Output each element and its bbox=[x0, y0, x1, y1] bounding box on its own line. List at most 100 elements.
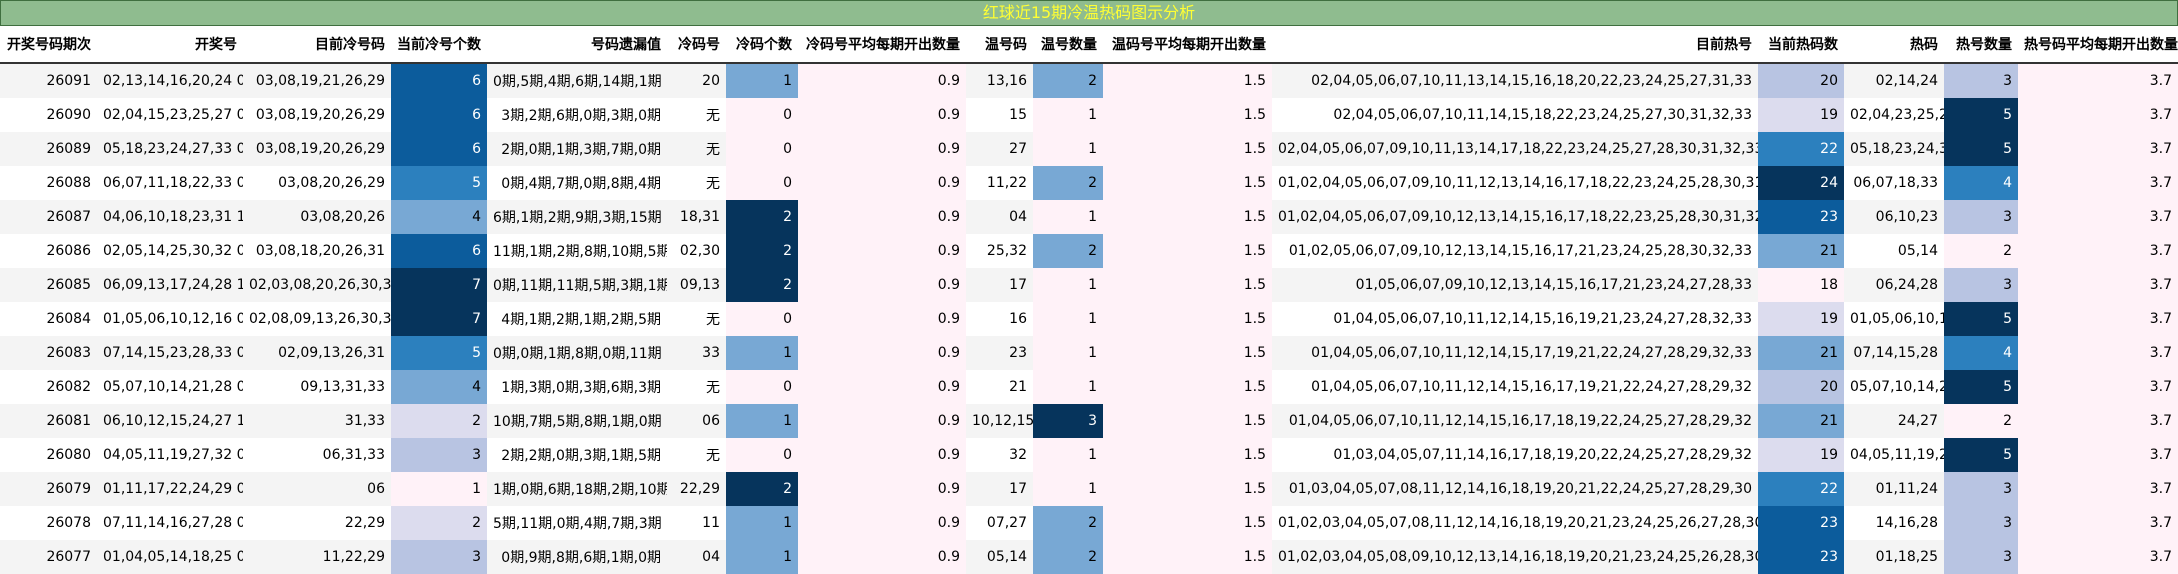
cold-now-count-cell: 7 bbox=[391, 302, 487, 336]
omission-cell: 0期,0期,1期,8期,0期,11期 bbox=[487, 336, 667, 370]
warm-cell: 32 bbox=[966, 438, 1033, 472]
hot-hit-cell: 02,14,24 bbox=[1844, 63, 1944, 98]
cold-now-cell: 03,08,19,20,26,29 bbox=[243, 132, 391, 166]
warm-count-cell: 2 bbox=[1033, 63, 1103, 98]
cold-now-cell: 02,03,08,20,26,30,31 bbox=[243, 268, 391, 302]
cold-avg-cell: 0.9 bbox=[798, 438, 966, 472]
hot-now-count-cell: 23 bbox=[1758, 506, 1844, 540]
cold-avg-cell: 0.9 bbox=[798, 506, 966, 540]
col-header-hot-avg[interactable]: 热号码平均每期开出数量 bbox=[2018, 26, 2178, 64]
warm-avg-cell: 1.5 bbox=[1103, 98, 1272, 132]
hot-now-cell: 01,02,04,05,06,07,09,10,11,12,13,14,16,1… bbox=[1272, 166, 1758, 200]
table-row[interactable]: 26086 02,05,14,25,30,32 05 03,08,18,20,26,… bbox=[0, 234, 2178, 268]
cold-now-count-cell: 6 bbox=[391, 63, 487, 98]
cold-hit-cell: 无 bbox=[667, 302, 726, 336]
cold-now-count-cell: 4 bbox=[391, 200, 487, 234]
warm-avg-cell: 1.5 bbox=[1103, 132, 1272, 166]
cold-avg-cell: 0.9 bbox=[798, 234, 966, 268]
col-header-cold-now[interactable]: 目前冷号码 bbox=[243, 26, 391, 64]
warm-avg-cell: 1.5 bbox=[1103, 166, 1272, 200]
warm-count-cell: 2 bbox=[1033, 540, 1103, 574]
issue-cell: 26084 bbox=[0, 302, 97, 336]
cold-now-cell: 03,08,19,20,26,29 bbox=[243, 98, 391, 132]
draw-cell: 01,05,06,10,12,16 05 bbox=[97, 302, 243, 336]
hot-hit-count-cell: 5 bbox=[1944, 132, 2018, 166]
table-row[interactable]: 26085 06,09,13,17,24,28 15 02,03,08,20,26,… bbox=[0, 268, 2178, 302]
col-header-warm-avg[interactable]: 温码号平均每期开出数量 bbox=[1103, 26, 1272, 64]
warm-avg-cell: 1.5 bbox=[1103, 336, 1272, 370]
table-row[interactable]: 26087 04,06,10,18,23,31 11 03,08,20,26 4 6期,… bbox=[0, 200, 2178, 234]
warm-avg-cell: 1.5 bbox=[1103, 302, 1272, 336]
col-header-hot-now-count[interactable]: 当前热码数 bbox=[1758, 26, 1844, 64]
hot-hit-cell: 01,11,24 bbox=[1844, 472, 1944, 506]
col-header-cold-now-count[interactable]: 当前冷号个数 bbox=[391, 26, 487, 64]
table-row[interactable]: 26089 05,18,23,24,27,33 03 03,08,19,20,26,… bbox=[0, 132, 2178, 166]
cold-hit-count-cell: 1 bbox=[726, 63, 798, 98]
col-header-draw[interactable]: 开奖号 bbox=[97, 26, 243, 64]
warm-count-cell: 2 bbox=[1033, 166, 1103, 200]
col-header-hot-hit[interactable]: 热码 bbox=[1844, 26, 1944, 64]
table-row[interactable]: 26090 02,04,15,23,25,27 03 03,08,19,20,26,… bbox=[0, 98, 2178, 132]
cold-now-cell: 02,08,09,13,26,30,31 bbox=[243, 302, 391, 336]
hot-avg-cell: 3.7 bbox=[2018, 234, 2178, 268]
table-row[interactable]: 26084 01,05,06,10,12,16 05 02,08,09,13,26,… bbox=[0, 302, 2178, 336]
omission-cell: 0期,5期,4期,6期,14期,1期 bbox=[487, 63, 667, 98]
table-row[interactable]: 26091 02,13,14,16,20,24 05 03,08,19,21,26,… bbox=[0, 63, 2178, 98]
warm-cell: 15 bbox=[966, 98, 1033, 132]
col-header-hot-hit-count[interactable]: 热号数量 bbox=[1944, 26, 2018, 64]
hot-now-cell: 01,04,05,06,07,10,11,12,14,15,17,19,21,2… bbox=[1272, 336, 1758, 370]
hot-hit-count-cell: 3 bbox=[1944, 540, 2018, 574]
col-header-omission[interactable]: 号码遗漏值 bbox=[487, 26, 667, 64]
table-row[interactable]: 26082 05,07,10,14,21,28 04 09,13,31,33 4 1期,… bbox=[0, 370, 2178, 404]
hot-avg-cell: 3.7 bbox=[2018, 540, 2178, 574]
cold-now-count-cell: 5 bbox=[391, 166, 487, 200]
warm-count-cell: 1 bbox=[1033, 132, 1103, 166]
cold-now-count-cell: 5 bbox=[391, 336, 487, 370]
cold-avg-cell: 0.9 bbox=[798, 404, 966, 438]
hot-now-cell: 01,02,03,04,05,07,08,11,12,14,16,18,19,2… bbox=[1272, 506, 1758, 540]
cold-hit-count-cell: 1 bbox=[726, 404, 798, 438]
col-header-warm-count[interactable]: 温号数量 bbox=[1033, 26, 1103, 64]
cold-hit-cell: 02,30 bbox=[667, 234, 726, 268]
warm-cell: 23 bbox=[966, 336, 1033, 370]
hot-now-cell: 02,04,05,06,07,10,11,14,15,18,22,23,24,2… bbox=[1272, 98, 1758, 132]
cold-hit-count-cell: 1 bbox=[726, 506, 798, 540]
col-header-hot-now[interactable]: 目前热号 bbox=[1272, 26, 1758, 64]
col-header-cold-hit-count[interactable]: 冷码个数 bbox=[726, 26, 798, 64]
hot-now-cell: 02,04,05,06,07,09,10,11,13,14,17,18,22,2… bbox=[1272, 132, 1758, 166]
warm-cell: 17 bbox=[966, 472, 1033, 506]
table-row[interactable]: 26079 01,11,17,22,24,29 04 06 1 1期,0期,6期,18期… bbox=[0, 472, 2178, 506]
cold-now-count-cell: 6 bbox=[391, 234, 487, 268]
cold-now-cell: 03,08,18,20,26,31 bbox=[243, 234, 391, 268]
table-row[interactable]: 26083 07,14,15,23,28,33 03 02,09,13,26,31 5… bbox=[0, 336, 2178, 370]
cold-hit-cell: 无 bbox=[667, 132, 726, 166]
draw-cell: 04,05,11,19,27,32 01 bbox=[97, 438, 243, 472]
draw-cell: 05,07,10,14,21,28 04 bbox=[97, 370, 243, 404]
warm-count-cell: 1 bbox=[1033, 370, 1103, 404]
hot-avg-cell: 3.7 bbox=[2018, 438, 2178, 472]
hot-hit-count-cell: 4 bbox=[1944, 166, 2018, 200]
table-row[interactable]: 26088 06,07,11,18,22,33 05 03,08,20,26,29 5… bbox=[0, 166, 2178, 200]
cold-hit-count-cell: 0 bbox=[726, 166, 798, 200]
table-row[interactable]: 26077 01,04,05,14,18,25 04 11,22,29 3 0期,9期,… bbox=[0, 540, 2178, 574]
col-header-warm[interactable]: 温号码 bbox=[966, 26, 1033, 64]
hot-hit-count-cell: 5 bbox=[1944, 98, 2018, 132]
issue-cell: 26086 bbox=[0, 234, 97, 268]
hot-hit-count-cell: 3 bbox=[1944, 63, 2018, 98]
table-row[interactable]: 26078 07,11,14,16,27,28 06 22,29 2 5期,11期,0期… bbox=[0, 506, 2178, 540]
table-row[interactable]: 26080 04,05,11,19,27,32 01 06,31,33 3 2期,2期,… bbox=[0, 438, 2178, 472]
col-header-cold-avg[interactable]: 冷码号平均每期开出数量 bbox=[798, 26, 966, 64]
warm-count-cell: 1 bbox=[1033, 302, 1103, 336]
col-header-cold-hit[interactable]: 冷码号 bbox=[667, 26, 726, 64]
col-header-issue[interactable]: 开奖号码期次 bbox=[0, 26, 97, 64]
hot-avg-cell: 3.7 bbox=[2018, 98, 2178, 132]
table-row[interactable]: 26081 06,10,12,15,24,27 12 31,33 2 10期,7期,5期… bbox=[0, 404, 2178, 438]
hot-now-count-cell: 21 bbox=[1758, 234, 1844, 268]
warm-count-cell: 2 bbox=[1033, 234, 1103, 268]
hot-avg-cell: 3.7 bbox=[2018, 472, 2178, 506]
hot-hit-cell: 05,07,10,14,28 bbox=[1844, 370, 1944, 404]
hot-avg-cell: 3.7 bbox=[2018, 302, 2178, 336]
cold-avg-cell: 0.9 bbox=[798, 540, 966, 574]
cold-avg-cell: 0.9 bbox=[798, 166, 966, 200]
cold-hit-count-cell: 0 bbox=[726, 302, 798, 336]
